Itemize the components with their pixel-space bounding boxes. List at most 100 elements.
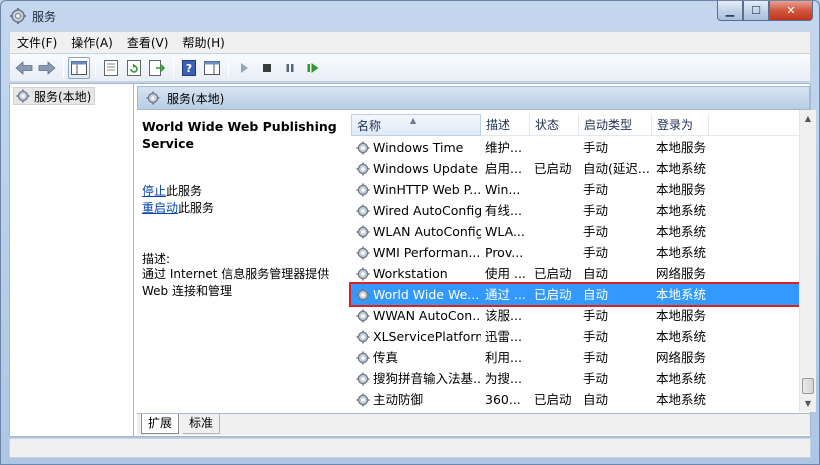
- cell-name: Windows Update: [351, 158, 481, 179]
- service-gear-icon: [356, 204, 370, 217]
- table-row[interactable]: 传真 利用... 手动 网络服务: [351, 347, 799, 368]
- restart-action-suffix: 此服务: [178, 201, 215, 215]
- cell-status: [530, 368, 579, 389]
- cell-status: [530, 179, 579, 200]
- table-row[interactable]: WinHTTP Web P... Win... 手动 本地服务: [351, 179, 799, 200]
- service-gear-icon: [356, 288, 370, 301]
- service-name: 搜狗拼音输入法基...: [373, 371, 481, 386]
- pane-header: 服务(本地): [137, 86, 810, 110]
- export-list-icon: [149, 59, 165, 76]
- table-row[interactable]: 搜狗拼音输入法基... 为搜... 手动 本地系统: [351, 368, 799, 389]
- export-list-button[interactable]: [146, 57, 168, 79]
- pause-service-button[interactable]: [279, 57, 301, 79]
- cell-status: [530, 200, 579, 221]
- table-row[interactable]: WWAN AutoCon... 该服... 手动 本地服务: [351, 305, 799, 326]
- minimize-button[interactable]: ▁: [717, 1, 743, 21]
- table-row[interactable]: 主动防御 360... 已启动 自动 本地系统: [351, 389, 799, 410]
- service-gear-icon: [356, 267, 370, 280]
- table-row[interactable]: WLAN AutoConfig WLA... 手动 本地系统: [351, 221, 799, 242]
- pause-icon: [286, 63, 294, 72]
- cell-name: Workstation: [351, 263, 481, 284]
- menu-view[interactable]: 查看(V): [120, 33, 176, 53]
- help-button[interactable]: ?: [178, 57, 200, 79]
- service-name: WLAN AutoConfig: [373, 224, 481, 239]
- service-gear-icon: [356, 351, 370, 364]
- start-service-button[interactable]: [233, 57, 255, 79]
- cell-startup-type: 自动(延迟...: [583, 161, 650, 176]
- service-name: Workstation: [373, 266, 448, 281]
- menu-bar: 文件(F) 操作(A) 查看(V) 帮助(H): [9, 31, 811, 53]
- table-row[interactable]: Wired AutoConfig 有线... 手动 本地系统: [351, 200, 799, 221]
- service-description-panel: World Wide Web Publishing Service 停止此服务 …: [142, 118, 338, 408]
- cell-description: 启用...: [485, 161, 522, 176]
- restart-service-link[interactable]: 重启动: [142, 201, 178, 215]
- cell-description: 该服...: [485, 308, 522, 323]
- cell-startup-type: 手动: [583, 350, 609, 365]
- menu-file[interactable]: 文件(F): [10, 33, 64, 53]
- scroll-down-icon[interactable]: ▼: [800, 395, 816, 412]
- title-bar[interactable]: 服务 ▁ ☐ ✕: [1, 1, 819, 31]
- back-arrow-icon: [15, 60, 33, 75]
- table-row[interactable]: Windows Time 维护... 手动 本地服务: [351, 137, 799, 158]
- table-row[interactable]: XLServicePlatform 迅雷... 手动 本地系统: [351, 326, 799, 347]
- scroll-up-icon[interactable]: ▲: [800, 110, 816, 127]
- cell-status: [530, 326, 579, 347]
- scrollbar-thumb[interactable]: [802, 378, 814, 394]
- cell-description: 360...: [485, 392, 521, 407]
- close-icon: ✕: [786, 4, 796, 17]
- cell-description: 利用...: [485, 350, 522, 365]
- cell-name: World Wide We...: [351, 284, 481, 305]
- cell-description: 使用 ...: [485, 266, 526, 281]
- services-list: ▲ 名称 描述 状态 启动类型 登录为 Windows Time 维护... 手动本…: [343, 110, 816, 412]
- column-header-startup-type[interactable]: 启动类型: [579, 114, 652, 136]
- play-icon: [241, 62, 248, 73]
- show-hide-action-pane-button[interactable]: [201, 57, 223, 79]
- sort-ascending-icon: ▲: [410, 116, 417, 125]
- services-gear-icon: [10, 8, 26, 24]
- properties-button[interactable]: [100, 57, 122, 79]
- menu-help[interactable]: 帮助(H): [175, 33, 231, 53]
- back-button[interactable]: [13, 57, 35, 79]
- column-header-log-on-as[interactable]: 登录为: [652, 114, 709, 136]
- tab-standard[interactable]: 标准: [183, 414, 221, 434]
- tree-item-services-local[interactable]: 服务(本地): [13, 87, 96, 105]
- service-gear-icon: [356, 246, 370, 259]
- cell-status: [530, 242, 579, 263]
- column-header-description[interactable]: 描述: [481, 114, 530, 136]
- toolbar-separator: [95, 57, 96, 78]
- cell-name: WLAN AutoConfig: [351, 221, 481, 242]
- table-row[interactable]: WMI Performan... Prov... 手动 本地系统: [351, 242, 799, 263]
- mmc-content: 服务(本地) 服务(本地) World Wide Web Publishing …: [9, 83, 816, 437]
- tab-extended[interactable]: 扩展: [141, 414, 180, 434]
- selected-service-name: World Wide Web Publishing Service: [142, 119, 337, 151]
- table-row-selected[interactable]: World Wide We... 通过 ... 已启动 自动 本地系统: [349, 282, 801, 307]
- maximize-button[interactable]: ☐: [743, 1, 769, 21]
- cell-log-on-as: 本地系统: [656, 245, 707, 260]
- menu-action[interactable]: 操作(A): [64, 33, 120, 53]
- restart-icon: [307, 62, 319, 73]
- table-row[interactable]: Windows Update 启用... 已启动 自动(延迟... 本地系统: [351, 158, 799, 179]
- cell-log-on-as: 网络服务: [656, 266, 707, 281]
- stop-service-link[interactable]: 停止: [142, 184, 166, 198]
- window-title: 服务: [32, 10, 57, 24]
- cell-name: XLServicePlatform: [351, 326, 481, 347]
- vertical-scrollbar[interactable]: ▲ ▼: [799, 110, 816, 412]
- cell-log-on-as: 本地系统: [656, 203, 707, 218]
- forward-button[interactable]: [36, 57, 58, 79]
- forward-arrow-icon: [38, 60, 56, 75]
- stop-service-button[interactable]: [256, 57, 278, 79]
- restart-service-button[interactable]: [302, 57, 324, 79]
- table-row[interactable]: Workstation 使用 ... 已启动 自动 网络服务: [351, 263, 799, 284]
- column-header-status[interactable]: 状态: [530, 114, 579, 136]
- cell-description: 为搜...: [485, 371, 522, 386]
- refresh-button[interactable]: [123, 57, 145, 79]
- service-name: WMI Performan...: [373, 245, 481, 260]
- cell-log-on-as: 本地系统: [656, 161, 707, 176]
- console-tree-icon: [71, 60, 87, 75]
- show-hide-console-tree-button[interactable]: [68, 56, 90, 79]
- cell-status: 已启动: [534, 161, 572, 176]
- column-header-name[interactable]: ▲ 名称: [351, 114, 481, 136]
- close-button[interactable]: ✕: [769, 1, 813, 21]
- cell-startup-type: 手动: [583, 329, 609, 344]
- cell-log-on-as: 本地系统: [656, 224, 707, 239]
